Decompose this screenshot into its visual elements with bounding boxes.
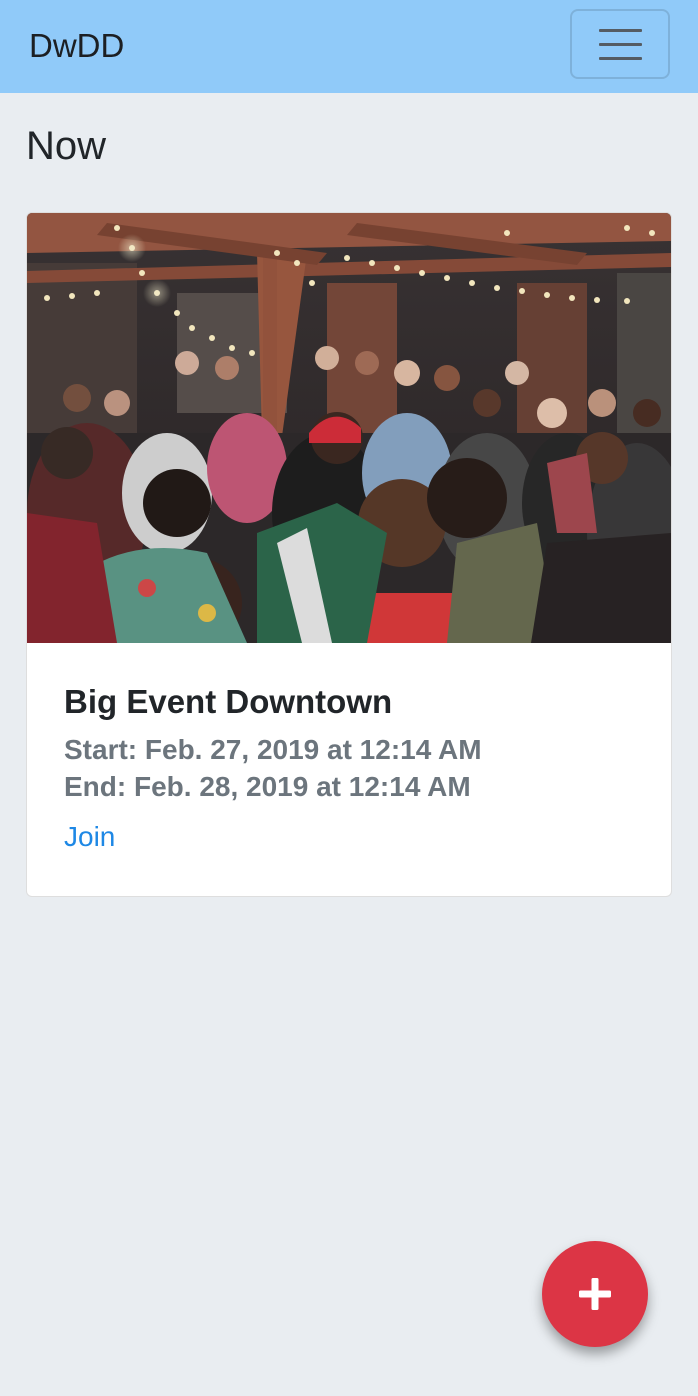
navbar: DwDD [0, 0, 698, 93]
add-event-button[interactable] [542, 1241, 648, 1347]
event-card: Big Event Downtown Start: Feb. 27, 2019 … [26, 212, 672, 897]
event-image [27, 213, 671, 643]
brand-logo-text[interactable]: DwDD [29, 24, 124, 68]
section-title: Now [26, 124, 107, 168]
plus-icon [579, 1278, 611, 1310]
navbar-toggle-button[interactable] [570, 9, 670, 79]
event-start-time: Start: Feb. 27, 2019 at 12:14 AM [64, 734, 482, 765]
hamburger-menu-icon [599, 29, 642, 61]
event-end-time: End: Feb. 28, 2019 at 12:14 AM [64, 771, 471, 802]
join-event-link[interactable]: Join [64, 819, 115, 855]
event-title: Big Event Downtown [64, 683, 393, 720]
